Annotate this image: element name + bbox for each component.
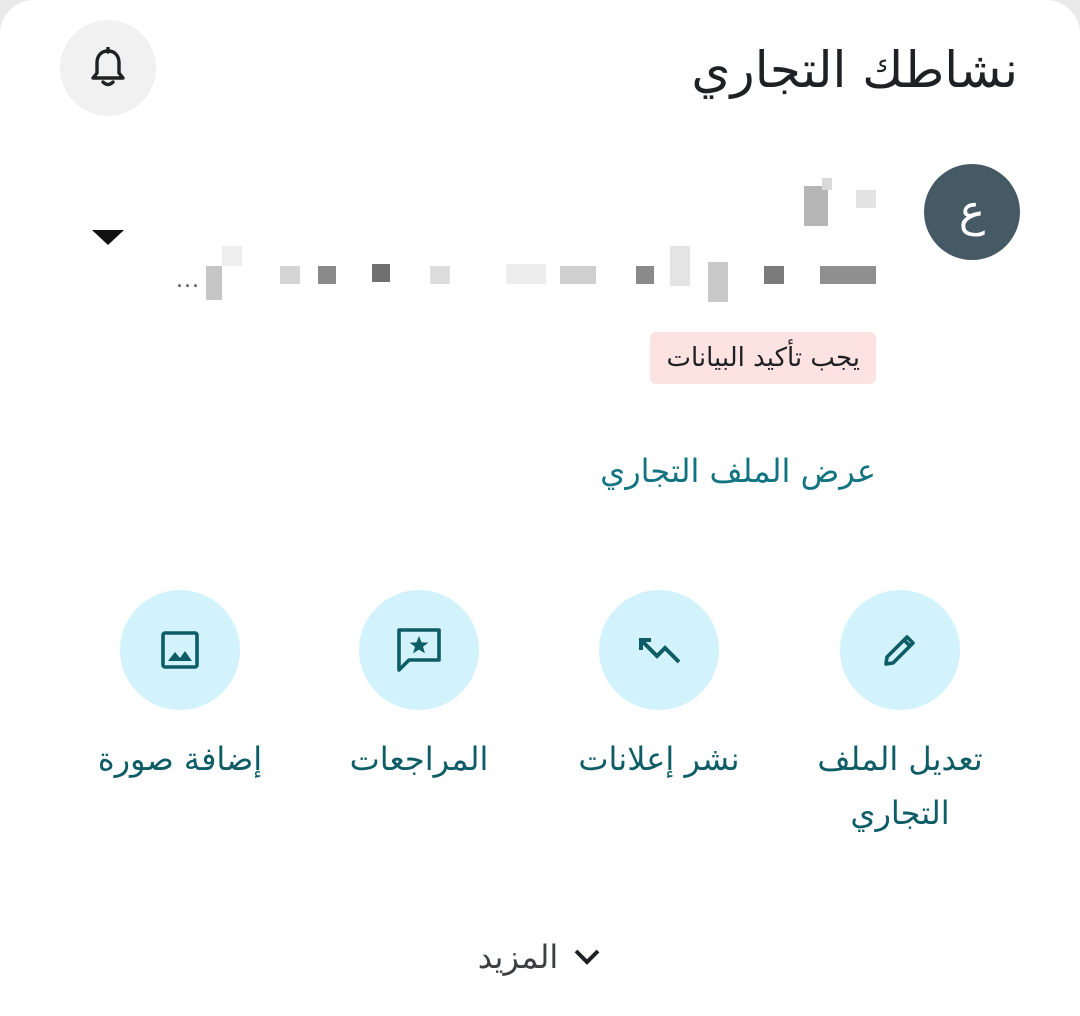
reviews-button[interactable]: المراجعات [299,590,539,786]
status-badge: يجب تأكيد البيانات [650,332,876,384]
promote-ads-label: نشر إعلانات [578,740,740,778]
trending-icon [639,638,681,664]
page-title: نشاطك التجاري [691,41,1018,99]
image-icon [161,631,199,669]
notifications-button[interactable] [60,20,156,116]
reviews-label: المراجعات [349,740,489,778]
add-photo-label: إضافة صورة [97,740,263,778]
bell-icon [91,47,125,87]
more-label: المزيد [477,938,559,976]
chevron-down-icon [574,949,600,965]
pencil-icon [884,635,915,666]
view-profile-link[interactable]: عرض الملف التجاري [600,446,876,496]
avatar: ع [924,164,1020,260]
add-photo-circle [120,590,240,710]
edit-profile-circle [840,590,960,710]
business-panel: نشاطك التجاري ع ... يجب تأكيد البيانات ع… [0,0,1080,1016]
promote-ads-circle [599,590,719,710]
account-dropdown-toggle[interactable] [92,230,124,245]
address-ellipsis: ... [176,268,200,293]
edit-profile-button[interactable]: تعديل الملف التجاري [780,590,1020,840]
add-photo-button[interactable]: إضافة صورة [60,590,300,786]
edit-profile-label: تعديل الملف التجاري [817,740,983,832]
review-star-icon [397,628,441,672]
reviews-circle [359,590,479,710]
more-button[interactable]: المزيد [440,930,640,984]
promote-ads-button[interactable]: نشر إعلانات [539,590,779,786]
